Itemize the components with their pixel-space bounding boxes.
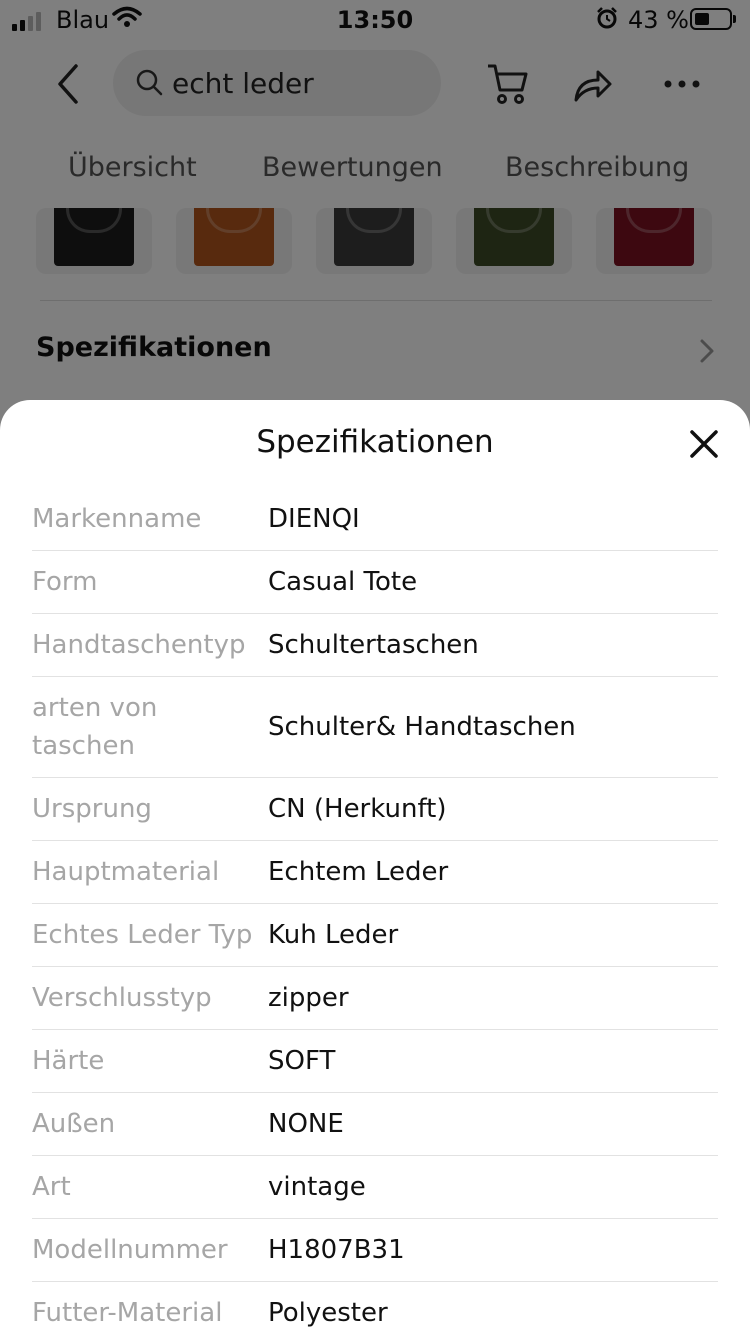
spec-key: Ursprung [32, 794, 152, 824]
spec-row: Verschlusstyp zipper [32, 967, 718, 1030]
spec-row: Außen NONE [32, 1093, 718, 1156]
specifications-sheet: Spezifikationen Markenname DIENQI Form Casu… [0, 400, 750, 1334]
sheet-title: Spezifikationen [256, 424, 494, 460]
spec-row: Hauptmaterial Echtem Leder [32, 841, 718, 904]
spec-value: vintage [268, 1172, 366, 1202]
spec-value: zipper [268, 983, 349, 1013]
spec-key: Art [32, 1172, 71, 1202]
spec-row: Handtaschentyp Schultertaschen [32, 614, 718, 677]
spec-value: Schulter& Handtaschen [268, 712, 576, 742]
spec-value: H1807B31 [268, 1235, 405, 1265]
spec-row: Ursprung CN (Herkunft) [32, 778, 718, 841]
spec-key: Hauptmaterial [32, 857, 220, 887]
screen: Blau 13:50 43 % [0, 0, 750, 1334]
spec-row: Futter-Material Polyester [32, 1282, 718, 1334]
spec-value: CN (Herkunft) [268, 794, 447, 824]
spec-value: NONE [268, 1109, 344, 1139]
spec-row: Markenname DIENQI [32, 488, 718, 551]
spec-value: Casual Tote [268, 567, 418, 597]
spec-key: arten von taschen [32, 693, 158, 761]
spec-key: Futter-Material [32, 1298, 223, 1328]
spec-key: Verschlusstyp [32, 983, 212, 1013]
spec-row: arten von taschen Schulter& Handtaschen [32, 677, 718, 778]
spec-key: Form [32, 567, 98, 597]
spec-value: Schultertaschen [268, 630, 479, 660]
close-button[interactable] [686, 426, 722, 462]
specifications-list: Markenname DIENQI Form Casual Tote Handtasch… [32, 488, 718, 1334]
spec-key: Modellnummer [32, 1235, 228, 1265]
spec-row: Echtes Leder Typ Kuh Leder [32, 904, 718, 967]
spec-value: Echtem Leder [268, 857, 449, 887]
spec-key: Härte [32, 1046, 105, 1076]
spec-row: Art vintage [32, 1156, 718, 1219]
spec-row: Härte SOFT [32, 1030, 718, 1093]
spec-value: SOFT [268, 1046, 336, 1076]
spec-value: DIENQI [268, 504, 360, 534]
spec-row: Modellnummer H1807B31 [32, 1219, 718, 1282]
spec-key: Markenname [32, 504, 202, 534]
spec-value: Polyester [268, 1298, 388, 1328]
spec-key: Handtaschentyp [32, 630, 246, 660]
spec-key: Außen [32, 1109, 116, 1139]
spec-value: Kuh Leder [268, 920, 399, 950]
spec-key: Echtes Leder Typ [32, 920, 253, 950]
spec-row: Form Casual Tote [32, 551, 718, 614]
close-icon [690, 430, 718, 458]
